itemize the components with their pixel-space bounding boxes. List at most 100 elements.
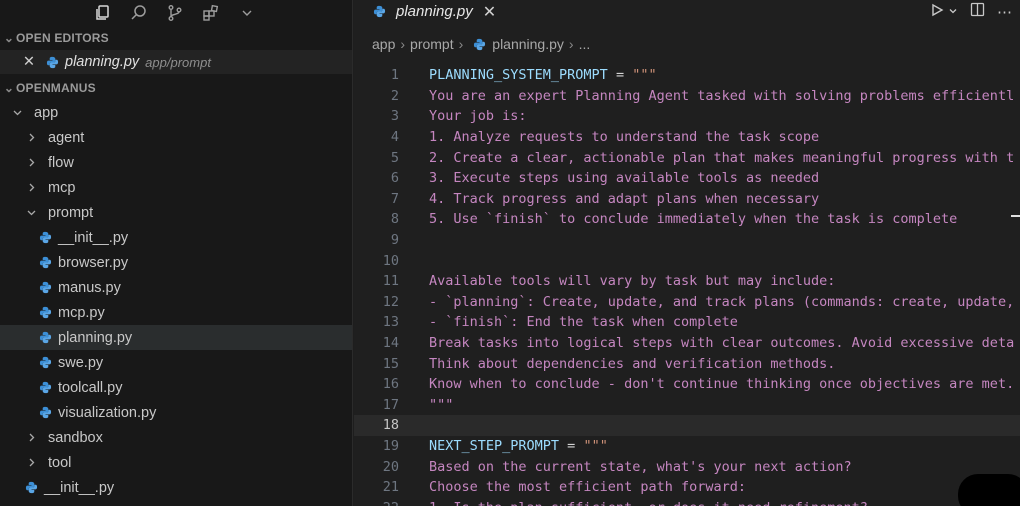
line-number: 1 bbox=[390, 67, 399, 84]
chevron-right-icon[interactable] bbox=[24, 182, 38, 193]
chevron-down-icon[interactable] bbox=[24, 207, 38, 218]
line-number: 17 bbox=[382, 396, 399, 413]
tree-item[interactable]: flow bbox=[0, 150, 352, 175]
breadcrumb-item[interactable]: ... bbox=[579, 36, 591, 52]
tree-item-label: __init__.py bbox=[58, 229, 129, 246]
tree-item-label: browser.py bbox=[58, 254, 129, 271]
extensions-icon[interactable] bbox=[200, 2, 222, 24]
code-line: 15 Think about dependencies and verificat… bbox=[354, 353, 1020, 374]
python-file-icon bbox=[38, 406, 52, 420]
code-text: - `planning`: Create, update, and track … bbox=[429, 293, 1015, 310]
code-text: 1. Analyze requests to understand the ta… bbox=[429, 129, 820, 146]
chevron-right-icon: › bbox=[568, 36, 574, 52]
explorer-sidebar: ⌄ OPEN EDITORS ✕ planning.py app/prompt … bbox=[0, 0, 353, 506]
tab-label: planning.py bbox=[396, 3, 473, 20]
chevron-down-icon[interactable] bbox=[948, 3, 958, 21]
project-title: OPENMANUS bbox=[16, 81, 96, 95]
code-token-op: = bbox=[607, 67, 633, 84]
files-icon[interactable] bbox=[92, 2, 114, 24]
code-line: 4 1. Analyze requests to understand the t… bbox=[354, 127, 1020, 148]
tree-item[interactable]: toolcall.py bbox=[0, 375, 352, 400]
tree-item-label: app bbox=[34, 104, 59, 121]
python-file-icon bbox=[38, 356, 52, 370]
code-line: 6 3. Execute steps using available tools … bbox=[354, 168, 1020, 189]
tree-item-label: tool bbox=[48, 454, 72, 471]
tree-item[interactable]: tool bbox=[0, 450, 352, 475]
run-icon[interactable] bbox=[930, 3, 944, 22]
code-token-var: PLANNING_SYSTEM_PROMPT bbox=[429, 67, 608, 84]
breadcrumb-item[interactable]: app bbox=[372, 36, 395, 52]
python-file-icon bbox=[24, 481, 38, 495]
git-branch-icon[interactable] bbox=[164, 2, 186, 24]
tree-item[interactable]: mcp.py bbox=[0, 300, 352, 325]
more-actions-icon[interactable]: ⋯ bbox=[997, 3, 1012, 21]
line-number: 22 bbox=[354, 500, 399, 506]
split-editor-icon[interactable] bbox=[970, 2, 985, 22]
code-line: 221. Is the plan sufficient, or does it … bbox=[354, 497, 1020, 506]
tree-item-label: __init__.py bbox=[44, 479, 115, 496]
chevron-right-icon: › bbox=[458, 36, 464, 52]
code-line: 10 bbox=[354, 250, 1020, 271]
open-editor-name: planning.py bbox=[65, 54, 140, 70]
chevron-right-icon[interactable] bbox=[24, 157, 38, 168]
tree-item[interactable]: __init__.py bbox=[0, 225, 352, 250]
chevron-down-icon: ⌄ bbox=[3, 81, 15, 95]
tree-item[interactable]: browser.py bbox=[0, 250, 352, 275]
open-editors-header[interactable]: ⌄ OPEN EDITORS bbox=[0, 26, 352, 50]
code-text: 5. Use `finish` to conclude immediately … bbox=[429, 211, 958, 228]
open-editor-path: app/prompt bbox=[145, 54, 211, 70]
code-line: 13 - `finish`: End the task when complete bbox=[354, 312, 1020, 333]
code-text: You are an expert Planning Agent tasked … bbox=[429, 87, 1015, 104]
code-text: 4. Track progress and adapt plans when n… bbox=[429, 190, 820, 207]
code-line: 2 You are an expert Planning Agent tasked… bbox=[354, 86, 1020, 107]
code-line: 20 Based on the current state, what's you… bbox=[354, 456, 1020, 477]
search-icon[interactable] bbox=[128, 2, 150, 24]
tree-item[interactable]: agent bbox=[0, 125, 352, 150]
line-number: 18 bbox=[382, 417, 399, 434]
python-file-icon bbox=[38, 281, 52, 295]
code-editor[interactable]: 1 PLANNING_SYSTEM_PROMPT = """ 2 You are an… bbox=[354, 65, 1020, 506]
code-line: 5 2. Create a clear, actionable plan that… bbox=[354, 147, 1020, 168]
tree-item[interactable]: __init__.py bbox=[0, 475, 352, 500]
line-number: 14 bbox=[382, 335, 399, 352]
tree-item[interactable]: sandbox bbox=[0, 425, 352, 450]
tree-item[interactable]: visualization.py bbox=[0, 400, 352, 425]
chevron-right-icon[interactable] bbox=[24, 457, 38, 468]
editor-actions: ⋯ bbox=[930, 2, 1012, 22]
overlay-shape bbox=[958, 474, 1020, 506]
tab-planning-py[interactable]: planning.py ✕ bbox=[354, 0, 506, 23]
tree-item[interactable]: manus.py bbox=[0, 275, 352, 300]
open-editor-item[interactable]: ✕ planning.py app/prompt bbox=[0, 50, 352, 74]
tree-item[interactable]: app bbox=[0, 100, 352, 125]
code-text: Your job is: bbox=[429, 108, 527, 125]
tree-item-label: manus.py bbox=[58, 279, 121, 296]
chevron-down-icon[interactable] bbox=[236, 2, 258, 24]
chevron-right-icon[interactable] bbox=[24, 132, 38, 143]
code-text: """ bbox=[429, 396, 454, 413]
line-number: 7 bbox=[390, 190, 399, 207]
chevron-down-icon[interactable] bbox=[10, 107, 24, 118]
project-header[interactable]: ⌄ OPENMANUS bbox=[0, 76, 352, 100]
tree-item-label: mcp.py bbox=[58, 304, 105, 321]
breadcrumb-item[interactable]: planning.py bbox=[492, 36, 564, 52]
close-icon[interactable]: ✕ bbox=[483, 2, 496, 22]
tree-item[interactable]: prompt bbox=[0, 200, 352, 225]
tree-item[interactable]: swe.py bbox=[0, 350, 352, 375]
line-number: 21 bbox=[382, 479, 399, 496]
breadcrumb-item[interactable]: prompt bbox=[410, 36, 454, 52]
line-number: 15 bbox=[382, 355, 399, 372]
code-line: 19 NEXT_STEP_PROMPT = """ bbox=[354, 436, 1020, 457]
chevron-right-icon[interactable] bbox=[24, 432, 38, 443]
code-token-str: """ bbox=[632, 67, 657, 84]
python-file-icon bbox=[38, 256, 52, 270]
close-icon[interactable]: ✕ bbox=[22, 54, 36, 70]
line-number: 19 bbox=[382, 437, 399, 454]
code-line: 21 Choose the most efficient path forward… bbox=[354, 477, 1020, 498]
tree-item[interactable]: planning.py bbox=[0, 325, 352, 350]
line-number: 2 bbox=[390, 87, 399, 104]
tree-item[interactable]: mcp bbox=[0, 175, 352, 200]
line-number: 16 bbox=[382, 376, 399, 393]
line-number: 11 bbox=[382, 273, 399, 290]
code-text: 1. Is the plan sufficient, or does it ne… bbox=[399, 500, 868, 506]
python-file-icon bbox=[372, 5, 386, 19]
